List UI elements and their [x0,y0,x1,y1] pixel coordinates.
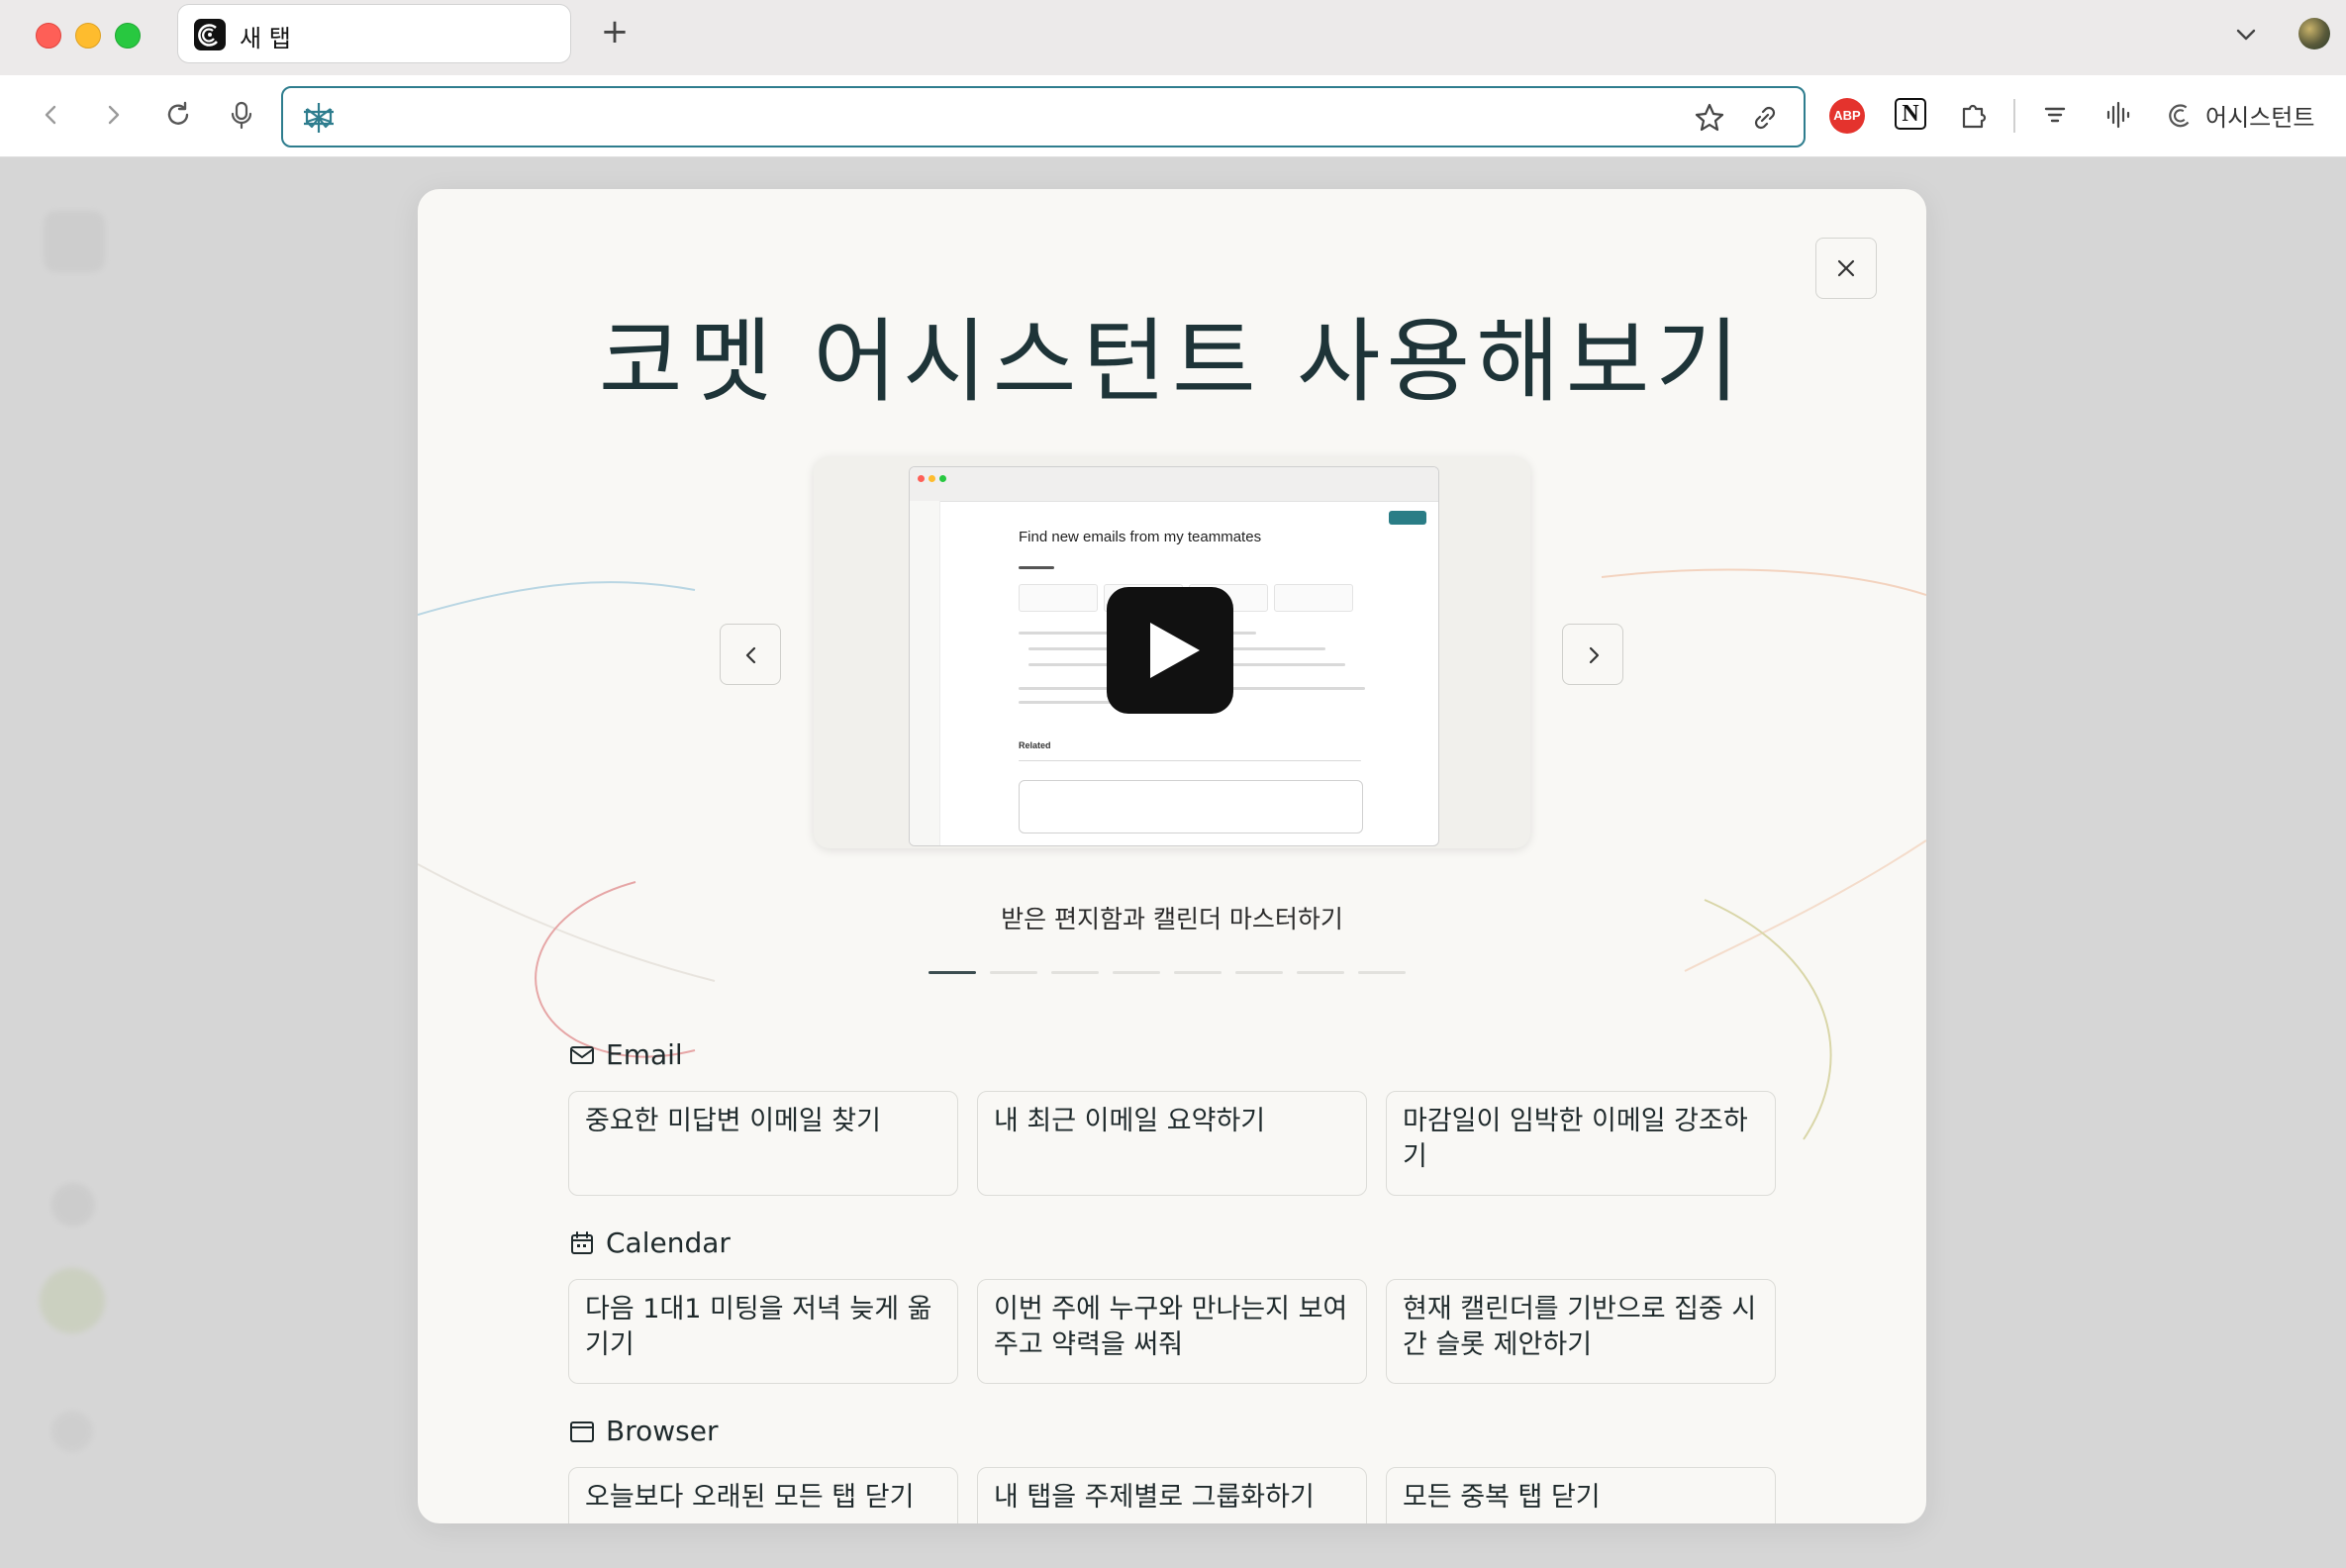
address-input[interactable] [352,98,1643,138]
minimize-window-button[interactable] [75,23,101,49]
thumbnail-title: Find new emails from my teammates [1019,529,1262,545]
comet-logo-icon [194,19,226,50]
suggestion-email-3[interactable]: 마감일이 임박한 이메일 강조하기 [1386,1091,1776,1196]
address-bar[interactable] [281,86,1806,147]
adblock-plus-extension-icon[interactable]: ABP [1829,98,1865,134]
carousel-dot[interactable] [1235,971,1283,974]
browser-window-icon [570,1421,594,1442]
carousel-indicator [929,971,1406,974]
tab-strip: 새 탭 + [0,0,2346,76]
section-email: Email [568,1038,683,1071]
carousel-dot[interactable] [1051,971,1099,974]
section-browser-label: Browser [606,1415,719,1447]
carousel-dot[interactable] [1113,971,1160,974]
tab-title: 새 탭 [240,25,291,52]
close-icon [1837,259,1855,277]
suggestion-browser-3[interactable]: 모든 중복 탭 닫기 [1386,1467,1776,1523]
suggestion-browser-2[interactable]: 내 탭을 주제별로 그룹화하기 [977,1467,1367,1523]
mail-icon [570,1045,594,1064]
assistant-button[interactable]: 어시스턴트 [2166,95,2314,135]
carousel-dot[interactable] [1297,971,1344,974]
maximize-window-button[interactable] [115,23,141,49]
close-window-button[interactable] [36,23,61,49]
slide-caption: 받은 편지함과 캘린더 마스터하기 [1001,905,1343,933]
demo-video[interactable]: Find new emails from my teammates Relate… [814,456,1530,848]
carousel-next-button[interactable] [1562,624,1623,685]
sidebar-icon-placeholder [51,1183,95,1226]
profile-avatar[interactable] [2298,18,2330,49]
microphone-icon[interactable] [224,97,259,133]
thumbnail-tab-line [1019,566,1054,569]
comet-assistant-icon [2169,104,2190,128]
carousel-dot[interactable] [1174,971,1222,974]
tab-new-tab[interactable]: 새 탭 [177,4,571,63]
play-button[interactable] [1107,587,1233,714]
section-calendar-label: Calendar [606,1226,731,1259]
suggestion-email-2[interactable]: 내 최근 이메일 요약하기 [977,1091,1367,1196]
sidebar-icon-placeholder [51,1411,93,1452]
forward-arrow-icon[interactable] [95,97,131,133]
carousel-prev-button[interactable] [720,624,781,685]
modal-title: 코멧 어시스턴트 사용해보기 [598,309,1746,415]
suggestion-calendar-3[interactable]: 현재 캘린더를 기반으로 집중 시간 슬롯 제안하기 [1386,1279,1776,1384]
perplexity-logo-icon [301,100,337,136]
suggestion-calendar-1[interactable]: 다음 1대1 미팅을 저녁 늦게 옮기기 [568,1279,958,1384]
extensions-puzzle-icon[interactable] [1956,97,1992,133]
toolbar-divider [2013,99,2015,133]
carousel-dot[interactable] [929,971,976,974]
notion-extension-icon[interactable]: N [1895,98,1926,130]
sidebar-avatar-placeholder [40,1268,105,1333]
assistant-label: 어시스턴트 [2205,103,2315,132]
thumbnail-browser-bar [910,467,1438,502]
voice-waveform-icon[interactable] [2101,97,2136,133]
chevron-left-icon [745,646,756,664]
suggestion-calendar-2[interactable]: 이번 주에 누구와 만나는지 보여주고 약력을 써줘 [977,1279,1367,1384]
calendar-icon [571,1230,593,1254]
reading-list-icon[interactable] [2037,97,2073,133]
new-tab-button[interactable]: + [597,14,633,49]
thumbnail-source-card [1019,584,1098,612]
tab-list-chevron-icon[interactable] [2229,18,2263,51]
thumbnail-source-card [1274,584,1353,612]
sidebar-logo-placeholder [44,211,105,272]
carousel-dot[interactable] [1358,971,1406,974]
thumbnail-related: Related [1019,740,1051,750]
copy-link-icon[interactable] [1748,101,1782,135]
play-icon [1150,623,1200,678]
thumbnail-ask-box [1019,780,1363,833]
chevron-right-icon [1589,646,1600,664]
suggestion-browser-1[interactable]: 오늘보다 오래된 모든 탭 닫기 [568,1467,958,1523]
back-arrow-icon[interactable] [34,97,69,133]
section-calendar: Calendar [568,1226,731,1259]
carousel-dot[interactable] [990,971,1037,974]
onboarding-modal: 코멧 어시스턴트 사용해보기 Find new emails from my t… [418,189,1926,1523]
thumbnail-share-badge [1389,511,1426,525]
bookmark-star-icon[interactable] [1693,101,1726,135]
thumbnail-divider [1019,760,1361,761]
reload-icon[interactable] [160,97,196,133]
suggestion-email-1[interactable]: 중요한 미답변 이메일 찾기 [568,1091,958,1196]
thumbnail-sidebar [910,501,940,845]
section-email-label: Email [606,1038,683,1071]
toolbar: ABP N 어시스턴트 [0,75,2346,157]
section-browser: Browser [568,1415,718,1447]
